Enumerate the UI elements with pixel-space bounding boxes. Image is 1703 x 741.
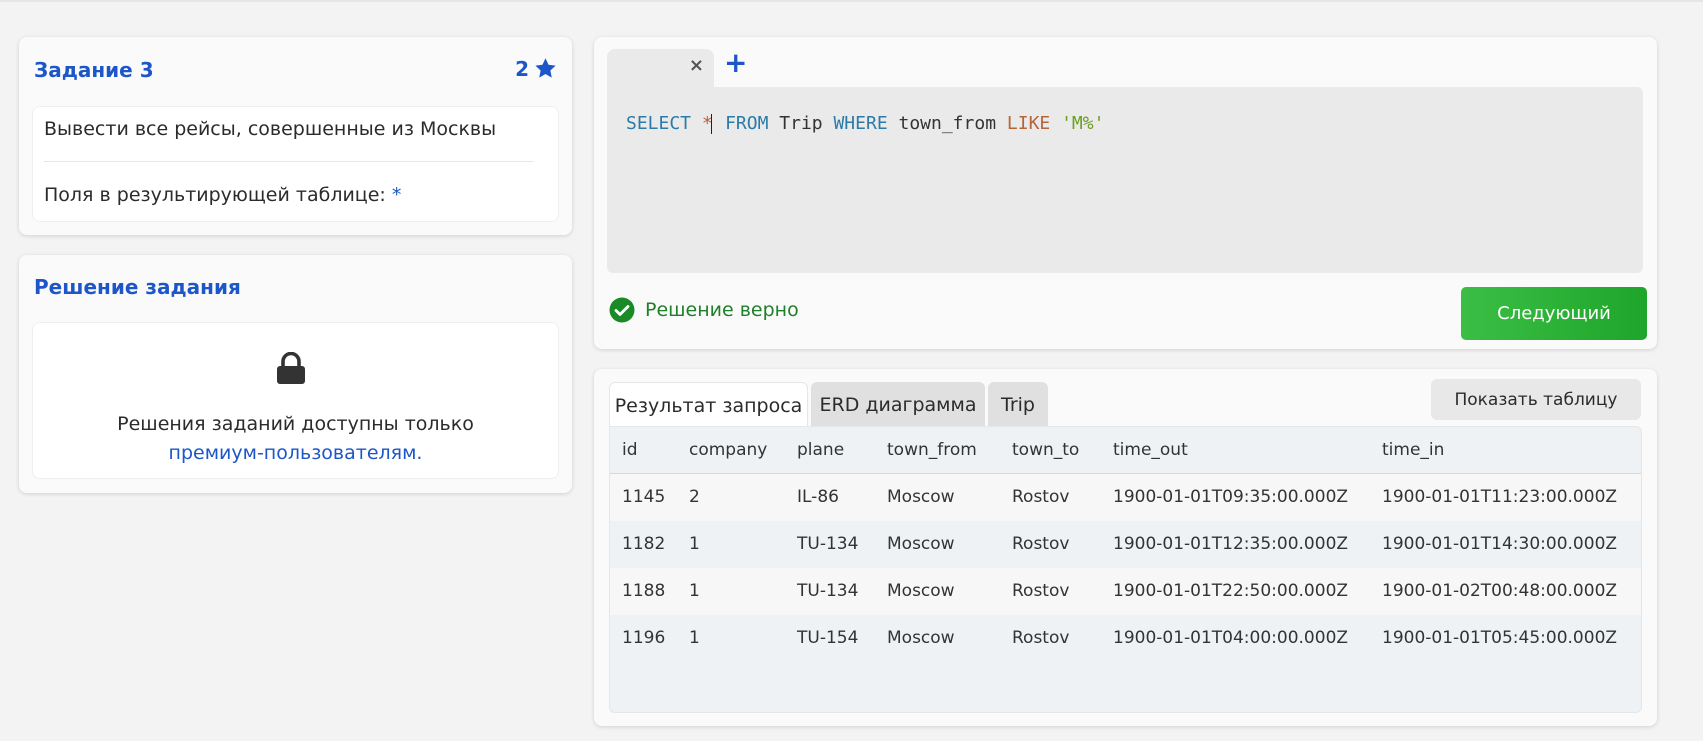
query-tab[interactable]: × bbox=[607, 49, 714, 89]
status-message: Решение верно bbox=[609, 297, 799, 323]
code-token: 'M%' bbox=[1061, 113, 1105, 134]
plus-icon[interactable]: + bbox=[724, 49, 747, 77]
table-cell: 1900-01-01T04:00:00.000Z bbox=[1113, 628, 1349, 648]
table-cell: TU-154 bbox=[797, 628, 859, 648]
table-row: 1182 1 TU-134 Moscow Rostov 1900-01-01T1… bbox=[610, 521, 1641, 568]
table-cell: 1 bbox=[689, 628, 700, 648]
task-description: Вывести все рейсы, совершенные из Москвы bbox=[44, 118, 497, 140]
result-card: Результат запроса ERD диаграмма Trip Пок… bbox=[594, 369, 1657, 726]
tab-trip[interactable]: Trip bbox=[988, 382, 1048, 428]
table-cell: 1900-01-02T00:48:00.000Z bbox=[1382, 581, 1618, 601]
table-cell: 1188 bbox=[622, 581, 666, 601]
table-cell: 1196 bbox=[622, 628, 666, 648]
task-rating: 2 bbox=[515, 56, 558, 81]
table-cell: 1900-01-01T09:35:00.000Z bbox=[1113, 487, 1349, 507]
table-cell: Rostov bbox=[1012, 628, 1070, 648]
column-header: plane bbox=[797, 440, 845, 460]
result-fields-value: * bbox=[391, 184, 402, 206]
table-cell: Moscow bbox=[887, 534, 955, 554]
table-cell: Moscow bbox=[887, 628, 955, 648]
show-table-button[interactable]: Показать таблицу bbox=[1431, 379, 1641, 420]
column-header: town_to bbox=[1012, 440, 1080, 460]
top-divider bbox=[0, 0, 1703, 2]
table-row: 1188 1 TU-134 Moscow Rostov 1900-01-01T2… bbox=[610, 568, 1641, 615]
column-header: town_from bbox=[887, 440, 977, 460]
task-stars-count: 2 bbox=[515, 56, 529, 81]
solution-title: Решение задания bbox=[34, 275, 241, 299]
premium-link[interactable]: премиум-пользователям. bbox=[33, 439, 558, 468]
column-header: time_out bbox=[1113, 440, 1188, 460]
column-header: time_in bbox=[1382, 440, 1445, 460]
tab-query-result[interactable]: Результат запроса bbox=[609, 382, 808, 428]
lock-icon bbox=[277, 352, 305, 384]
code-token: town_from bbox=[898, 113, 997, 134]
table-row: 1196 1 TU-154 Moscow Rostov 1900-01-01T0… bbox=[610, 615, 1641, 662]
status-text: Решение верно bbox=[645, 299, 799, 321]
text-cursor bbox=[710, 114, 713, 134]
tab-erd-diagram[interactable]: ERD диаграмма bbox=[811, 382, 985, 428]
column-header: company bbox=[689, 440, 768, 460]
sql-editor[interactable]: SELECT * FROM Trip WHERE town_from LIKE … bbox=[607, 87, 1643, 273]
table-cell: TU-134 bbox=[797, 581, 859, 601]
column-header: id bbox=[622, 440, 638, 460]
table-cell: Moscow bbox=[887, 581, 955, 601]
result-fields: Поля в результирующей таблице: * bbox=[44, 184, 401, 206]
task-divider bbox=[44, 161, 534, 162]
code-token: Trip bbox=[779, 113, 823, 134]
table-cell: 1 bbox=[689, 581, 700, 601]
table-cell: 1900-01-01T22:50:00.000Z bbox=[1113, 581, 1349, 601]
table-cell: 1145 bbox=[622, 487, 666, 507]
star-icon bbox=[535, 58, 556, 78]
check-circle-icon bbox=[609, 297, 635, 323]
task-title: Задание 3 bbox=[34, 58, 154, 82]
table-cell: 1900-01-01T14:30:00.000Z bbox=[1382, 534, 1618, 554]
table-cell: Rostov bbox=[1012, 581, 1070, 601]
result-table: id company plane town_from town_to time_… bbox=[609, 426, 1642, 713]
solution-locked-panel: Решения заданий доступны только премиум-… bbox=[32, 322, 559, 479]
result-fields-label: Поля в результирующей таблице: bbox=[44, 184, 386, 206]
table-cell: TU-134 bbox=[797, 534, 859, 554]
next-button[interactable]: Следующий bbox=[1461, 287, 1647, 340]
table-cell: 1900-01-01T05:45:00.000Z bbox=[1382, 628, 1618, 648]
table-cell: 1900-01-01T11:23:00.000Z bbox=[1382, 487, 1618, 507]
task-details: Вывести все рейсы, совершенные из Москвы… bbox=[32, 106, 559, 222]
close-icon[interactable]: × bbox=[689, 55, 704, 76]
editor-card: × + SELECT * FROM Trip WHERE town_from L… bbox=[594, 37, 1657, 349]
table-cell: 1 bbox=[689, 534, 700, 554]
solution-message: Решения заданий доступны только премиум-… bbox=[33, 410, 558, 468]
table-row: 1145 2 IL-86 Moscow Rostov 1900-01-01T09… bbox=[610, 474, 1641, 521]
table-cell: Rostov bbox=[1012, 487, 1070, 507]
task-card: Задание 3 2 Вывести все рейсы, совершенн… bbox=[19, 37, 572, 235]
sql-code[interactable]: SELECT * FROM Trip WHERE town_from LIKE … bbox=[626, 113, 1104, 134]
solution-card: Решение задания Решения заданий доступны… bbox=[19, 255, 572, 493]
table-cell: IL-86 bbox=[797, 487, 839, 507]
code-token: FROM bbox=[725, 113, 769, 134]
solution-message-text: Решения заданий доступны только bbox=[117, 413, 474, 435]
table-header: id company plane town_from town_to time_… bbox=[610, 427, 1641, 474]
table-cell: 1182 bbox=[622, 534, 666, 554]
table-cell: Rostov bbox=[1012, 534, 1070, 554]
code-token: LIKE bbox=[1006, 113, 1051, 134]
table-cell: 1900-01-01T12:35:00.000Z bbox=[1113, 534, 1349, 554]
code-token: SELECT bbox=[626, 113, 692, 134]
table-cell: 2 bbox=[689, 487, 700, 507]
code-token: WHERE bbox=[833, 113, 888, 134]
table-cell: Moscow bbox=[887, 487, 955, 507]
